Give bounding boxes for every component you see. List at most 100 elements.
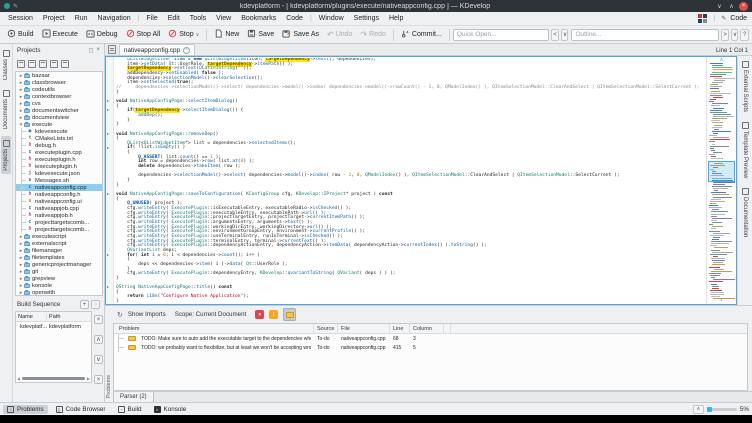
commit--button[interactable]: Commit...: [397, 27, 446, 42]
move-down-button[interactable]: ∨: [94, 355, 103, 364]
tree-item-cvs[interactable]: ▸ cvs: [16, 100, 102, 107]
sidebar-tab-projects[interactable]: Projects: [1, 135, 11, 175]
code-text[interactable]: QListWidgetItem* item = new QListWidgetI…: [116, 58, 704, 304]
tree-item-nativeappconfig-ui[interactable]: u nativeappconfig.ui: [16, 198, 102, 205]
close-tab-icon[interactable]: ×: [183, 46, 191, 54]
close-icon[interactable]: ×: [739, 1, 748, 11]
execute-button[interactable]: Execute: [38, 27, 82, 42]
menu-edit[interactable]: Edit: [163, 14, 185, 23]
build-button[interactable]: Build: [3, 27, 38, 42]
redo-button[interactable]: ↷ Redo: [356, 29, 389, 41]
fold-marker-icon[interactable]: ▸: [107, 145, 109, 150]
minimap-scrollbar[interactable]: ∧ ∨: [706, 57, 736, 304]
tree-item-externalscript[interactable]: ▸ externalscript: [16, 240, 102, 247]
stop-button[interactable]: Stop ∨: [164, 27, 203, 42]
fold-marker-icon[interactable]: ▸: [107, 108, 109, 112]
menu-session[interactable]: Session: [3, 14, 38, 23]
fold-marker-icon[interactable]: ▸: [107, 192, 109, 196]
refresh-icon[interactable]: ↻: [117, 311, 123, 319]
remove-all-button[interactable]: ×: [94, 375, 103, 384]
forward-icon[interactable]: >: [720, 28, 730, 41]
toolview-toggle-build[interactable]: ◔ Build: [114, 405, 146, 414]
panel-toolbar-icon[interactable]: [61, 59, 69, 68]
column-header[interactable]: File: [338, 324, 390, 333]
chevron-up-icon[interactable]: ∧: [692, 404, 704, 414]
tree-item-classbrowser[interactable]: ▸ classbrowser: [16, 79, 102, 86]
menu-window[interactable]: Window: [314, 14, 349, 23]
panel-toolbar-icon[interactable]: [39, 59, 47, 68]
toolview-toggle-konsole[interactable]: > Konsole: [150, 405, 191, 414]
stop-all-button[interactable]: Stop All: [122, 27, 165, 42]
panel-toolbar-icon[interactable]: [17, 59, 25, 68]
menu-project[interactable]: Project: [38, 14, 70, 23]
chevron-down-icon[interactable]: ∨: [561, 28, 569, 41]
move-up-button[interactable]: ∧: [94, 335, 103, 344]
project-tree[interactable]: ▸ bazaar ▸ classbrowser ▸ codeutils ▸ contextbr…: [15, 71, 103, 296]
dock-tab-external-scripts[interactable]: External Scripts: [738, 56, 752, 117]
tree-item-executeplugin-cpp[interactable]: c executeplugin.cpp: [16, 149, 102, 156]
column-header[interactable]: Line: [390, 324, 410, 333]
build-sequence-row[interactable]: kdevplatf... kdevplatform: [16, 322, 91, 331]
sidebar-tab-documents[interactable]: Documents: [1, 86, 11, 133]
scope-dropdown[interactable]: Scope: Current Document: [171, 310, 251, 319]
help-icon[interactable]: ?: [740, 28, 749, 41]
document-list-icon[interactable]: [108, 45, 116, 54]
tree-item-executeplugin-h[interactable]: h executeplugin.h: [16, 156, 102, 163]
build-sequence-table[interactable]: Name Path kdevplatf... kdevplatform ◀ ▶: [15, 311, 92, 383]
save-button[interactable]: Save: [243, 27, 278, 42]
tree-item-bazaar[interactable]: ▸ bazaar: [16, 72, 102, 79]
tree-item-openwith[interactable]: ▸ openwith: [16, 289, 102, 295]
tree-item-kdevexecute-json[interactable]: j kdevexecute.json: [16, 170, 102, 177]
current-area-label[interactable]: Code: [730, 15, 747, 22]
menu-run[interactable]: Run: [70, 14, 93, 23]
tree-item-projecttargetscomb-[interactable]: c projecttargetscomb...: [16, 219, 102, 226]
progress-slider[interactable]: [706, 406, 737, 412]
horizontal-scrollbar[interactable]: ◀ ▶: [17, 376, 90, 381]
problems-panel-handle[interactable]: Problems: [105, 306, 113, 402]
tree-item-contextbrowser[interactable]: ▸ contextbrowser: [16, 93, 102, 100]
show-imports-button[interactable]: Show Imports: [128, 311, 166, 318]
tree-item-executescript[interactable]: ▸ executescript: [16, 233, 102, 240]
tree-item-nativeappjob-cpp[interactable]: c nativeappjob.cpp: [16, 205, 102, 212]
menu-bookmarks[interactable]: Bookmarks: [236, 14, 281, 23]
menu-help[interactable]: Help: [384, 14, 408, 23]
tree-item-konsole[interactable]: ▸ konsole: [16, 282, 102, 289]
column-header[interactable]: Source: [314, 324, 338, 333]
chevron-down-icon[interactable]: ∨: [731, 28, 739, 41]
tree-item-cmakelists-txt[interactable]: t CMakeLists.txt: [16, 135, 102, 142]
column-header[interactable]: Problem: [114, 324, 314, 333]
back-icon[interactable]: <: [550, 28, 560, 41]
scroll-down-icon[interactable]: ∨: [707, 298, 736, 303]
minimap-viewport[interactable]: [708, 161, 735, 182]
tree-item-iexecuteplugin-h[interactable]: h iexecuteplugin.h: [16, 163, 102, 170]
menu-tools[interactable]: Tools: [185, 14, 211, 23]
quick-open-input[interactable]: [452, 28, 549, 41]
menu-navigation[interactable]: Navigation: [93, 14, 136, 23]
tree-item-nativeappconfig-h[interactable]: h nativeappconfig.h: [16, 191, 102, 198]
tree-item-projecttargetscomb-[interactable]: h projecttargetscomb...: [16, 226, 102, 233]
editor-tab[interactable]: nativeappconfig.cpp ×: [119, 44, 196, 55]
fold-marker-icon[interactable]: ▸: [107, 98, 109, 103]
area-switcher-icon[interactable]: [698, 14, 708, 23]
problem-row[interactable]: TODO: we probably want to flexibilize, b…: [114, 343, 747, 352]
panel-toolbar-icon[interactable]: [50, 59, 58, 68]
code-editor[interactable]: ▸ ▸ ▸ ▸ ▸ ▸ ▸ QListWidgetItem* item = new QLis…: [105, 56, 737, 305]
tree-item-debug-h[interactable]: h debug.h: [16, 142, 102, 149]
panel-toolbar-icon[interactable]: [28, 59, 36, 68]
menu-file[interactable]: File: [141, 14, 162, 23]
column-header[interactable]: Column: [410, 324, 444, 333]
maximize-icon[interactable]: ∧: [727, 2, 736, 11]
tree-item-filetemplates[interactable]: ▸ filetemplates: [16, 254, 102, 261]
debug-button[interactable]: Debug: [82, 27, 122, 42]
save-as-button[interactable]: Save As: [278, 27, 323, 42]
undo-button[interactable]: ↶ Undo: [323, 29, 356, 41]
tree-item-documentview[interactable]: ▸ documentview: [16, 114, 102, 121]
warnings-filter-icon[interactable]: !: [269, 310, 279, 319]
new-button[interactable]: New: [210, 27, 243, 42]
tree-item-kdevexecute[interactable]: ● kdevexecute: [16, 128, 102, 135]
toolview-toggle-code-browser[interactable]: {} Code Browser: [52, 405, 110, 414]
fold-marker-icon[interactable]: ▸: [107, 252, 109, 257]
tree-item-nativeappjob-h[interactable]: h nativeappjob.h: [16, 212, 102, 219]
tree-item-genericprojectmanager[interactable]: ▸ genericprojectmanager: [16, 261, 102, 268]
menu-code[interactable]: Code: [281, 14, 308, 23]
